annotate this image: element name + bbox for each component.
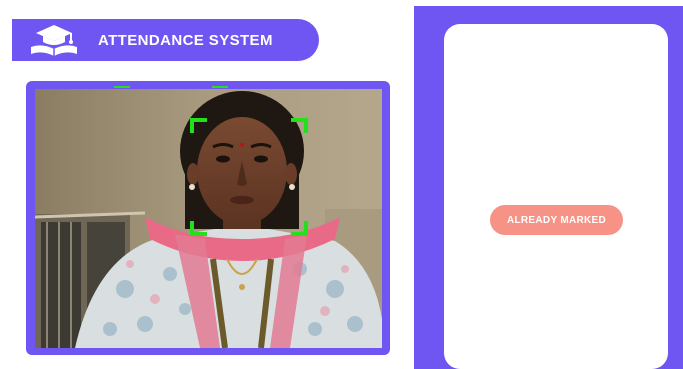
frame-tick-right <box>212 86 228 88</box>
frame-tick-left <box>114 86 130 88</box>
status-panel: ALREADY MARKED <box>414 6 683 369</box>
status-card: ALREADY MARKED <box>444 24 668 369</box>
app-title-bar: ATTENDANCE SYSTEM <box>12 19 319 61</box>
camera-feed <box>35 89 382 348</box>
graduation-book-icon <box>28 23 80 57</box>
camera-image <box>35 89 382 348</box>
app-title: ATTENDANCE SYSTEM <box>98 31 273 49</box>
attendance-status-badge: ALREADY MARKED <box>490 205 623 235</box>
camera-panel <box>26 81 390 355</box>
